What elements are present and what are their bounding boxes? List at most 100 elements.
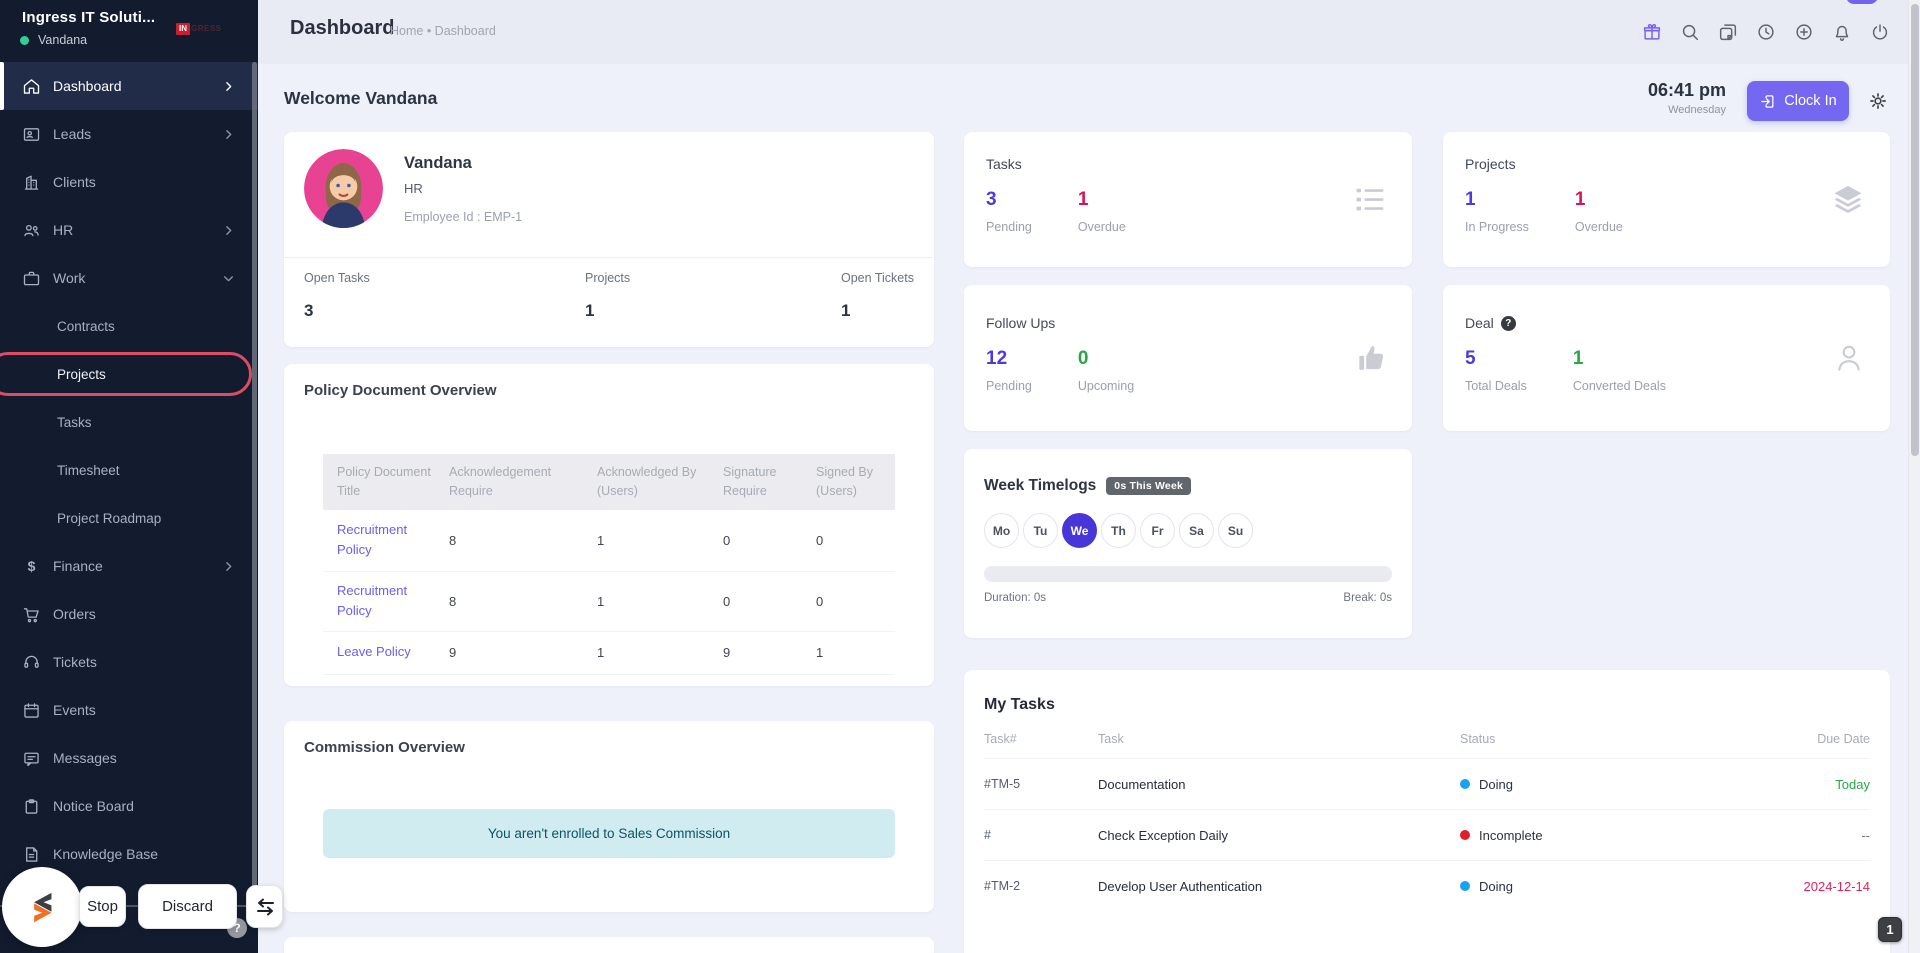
sidebar-item-work[interactable]: Work — [0, 254, 258, 302]
chevron-right-icon — [222, 223, 236, 237]
profile-card: Vandana HR Employee Id : EMP-1 Open Task… — [284, 132, 934, 347]
gear-icon[interactable] — [1868, 91, 1888, 111]
clipboard-icon — [20, 795, 42, 817]
deal-card-title: Deal ? — [1465, 315, 1868, 331]
sidebar-item-project-roadmap[interactable]: Project Roadmap — [0, 494, 258, 542]
timelog-progress-bar — [984, 566, 1392, 582]
policy-link[interactable]: Leave Policy — [323, 642, 435, 662]
sidebar-item-contracts[interactable]: Contracts — [0, 302, 258, 350]
stop-button[interactable]: Stop — [79, 886, 126, 927]
duration-label: Duration: 0s — [984, 592, 1047, 604]
scrollbar-thumb[interactable] — [1911, 4, 1919, 456]
followups-pending-stat: 12 Pending — [986, 348, 1032, 393]
sidebar-user: Vandana — [20, 33, 87, 47]
policy-table-header: Policy Document Title Acknowledgement Re… — [323, 454, 895, 510]
policy-link[interactable]: Recruitment Policy — [323, 520, 435, 560]
timelogs-week-badge: 0s This Week — [1106, 477, 1192, 495]
chevron-right-icon — [222, 79, 236, 93]
company-name[interactable]: Ingress IT Soluti... — [22, 9, 155, 26]
page-scrollbar[interactable] — [1908, 0, 1920, 953]
day-sa[interactable]: Sa — [1179, 513, 1214, 548]
discard-button[interactable]: Discard — [138, 884, 237, 929]
table-row: Leave Policy 9 1 9 1 — [323, 632, 895, 675]
notification-count-badge[interactable]: 297 — [1846, 0, 1878, 4]
tasks-pending-stat: 3 Pending — [986, 189, 1032, 234]
clock-in-button[interactable]: Clock In — [1747, 81, 1849, 121]
followups-upcoming-stat: 0 Upcoming — [1077, 348, 1135, 393]
commission-card: Commission Overview You aren't enrolled … — [284, 721, 934, 912]
tasks-summary-card[interactable]: Tasks 3 Pending 1 Overdue — [964, 132, 1412, 267]
sidebar-item-leads[interactable]: Leads — [0, 110, 258, 158]
sidebar-item-orders[interactable]: Orders — [0, 590, 258, 638]
table-row[interactable]: #TM-5 Documentation Doing Today — [984, 758, 1870, 809]
tasks-card-title: Tasks — [986, 156, 1022, 172]
ingress-logo: IN GRESS — [176, 22, 222, 35]
chevron-down-icon — [222, 271, 236, 285]
sidebar-item-dashboard[interactable]: Dashboard — [0, 62, 258, 110]
notes-icon[interactable] — [1716, 20, 1740, 44]
policy-link[interactable]: Recruitment Policy — [323, 581, 435, 621]
search-icon[interactable] — [1678, 20, 1702, 44]
day-mo[interactable]: Mo — [984, 513, 1019, 548]
sidebar-item-projects[interactable]: Projects — [0, 350, 258, 398]
sidebar-item-timesheet[interactable]: Timesheet — [0, 446, 258, 494]
welcome-heading: Welcome Vandana — [284, 88, 438, 108]
sidebar-item-tickets[interactable]: Tickets — [0, 638, 258, 686]
week-timelogs-card: Week Timelogs 0s This Week Mo Tu We Th F… — [964, 449, 1412, 638]
weekday-label: Wednesday — [1668, 104, 1726, 116]
day-we-active[interactable]: We — [1062, 513, 1097, 548]
login-icon — [1759, 93, 1776, 110]
table-row[interactable]: # Check Exception Daily Incomplete -- — [984, 809, 1870, 860]
day-tu[interactable]: Tu — [1023, 513, 1058, 548]
swap-button[interactable] — [246, 885, 283, 928]
followups-card-title: Follow Ups — [986, 315, 1056, 331]
break-label: Break: 0s — [1343, 592, 1392, 604]
sidebar-item-notice-board[interactable]: Notice Board — [0, 782, 258, 830]
swap-arrows-icon — [253, 895, 277, 919]
followups-summary-card[interactable]: Follow Ups 12 Pending 0 Upcoming — [964, 285, 1412, 431]
clock-icon[interactable] — [1754, 20, 1778, 44]
gift-icon[interactable] — [1640, 20, 1664, 44]
sidebar-scrollbar[interactable] — [252, 62, 257, 890]
profile-employee-id: Employee Id : EMP-1 — [404, 210, 523, 224]
page-title: Dashboard — [290, 17, 395, 39]
avatar[interactable] — [304, 149, 383, 228]
projects-summary-card[interactable]: Projects 1 In Progress 1 Overdue — [1443, 132, 1890, 267]
status-dot — [1460, 830, 1470, 840]
help-icon[interactable]: ? — [1500, 315, 1516, 331]
thumbs-up-icon — [1354, 341, 1388, 375]
projects-selection-ring — [0, 352, 252, 396]
add-icon[interactable] — [1792, 20, 1816, 44]
weekday-selector: Mo Tu We Th Fr Sa Su — [984, 513, 1392, 548]
power-icon[interactable] — [1868, 20, 1892, 44]
my-tasks-card: My Tasks Task# Task Status Due Date #TM-… — [964, 670, 1890, 953]
calendar-icon — [20, 699, 42, 721]
corner-hint-badge[interactable]: 1 — [1878, 917, 1902, 942]
day-su[interactable]: Su — [1218, 513, 1253, 548]
table-row[interactable]: #TM-2 Develop User Authentication Doing … — [984, 860, 1870, 911]
sidebar-item-finance[interactable]: $ Finance — [0, 542, 258, 590]
bell-icon[interactable] — [1830, 20, 1854, 44]
next-card-peek — [284, 937, 934, 953]
my-tasks-title: My Tasks — [984, 696, 1055, 713]
dollar-icon: $ — [20, 555, 42, 577]
breadcrumb[interactable]: Home • Dashboard — [390, 24, 496, 38]
svg-text:$: $ — [27, 557, 35, 573]
sidebar-item-messages[interactable]: Messages — [0, 734, 258, 782]
sidebar-item-tasks[interactable]: Tasks — [0, 398, 258, 446]
projects-card-title: Projects — [1465, 156, 1516, 172]
policy-table: Policy Document Title Acknowledgement Re… — [323, 454, 895, 675]
stat-projects: Projects 1 — [585, 271, 631, 320]
policy-document-card: Policy Document Overview Policy Document… — [284, 364, 934, 686]
day-fr[interactable]: Fr — [1140, 513, 1175, 548]
building-icon — [20, 171, 42, 193]
deal-summary-card[interactable]: Deal ? 5 Total Deals 1 Converted Deals — [1443, 285, 1890, 431]
sidebar-item-events[interactable]: Events — [0, 686, 258, 734]
sidebar-item-clients[interactable]: Clients — [0, 158, 258, 206]
extension-logo-button[interactable] — [2, 867, 82, 947]
profile-stats: Open Tasks 3 Projects 1 Open Tickets 1 — [284, 257, 934, 347]
day-th[interactable]: Th — [1101, 513, 1136, 548]
sidebar-item-hr[interactable]: HR — [0, 206, 258, 254]
clock-in-label: Clock In — [1784, 93, 1837, 109]
profile-name: Vandana — [404, 154, 472, 172]
